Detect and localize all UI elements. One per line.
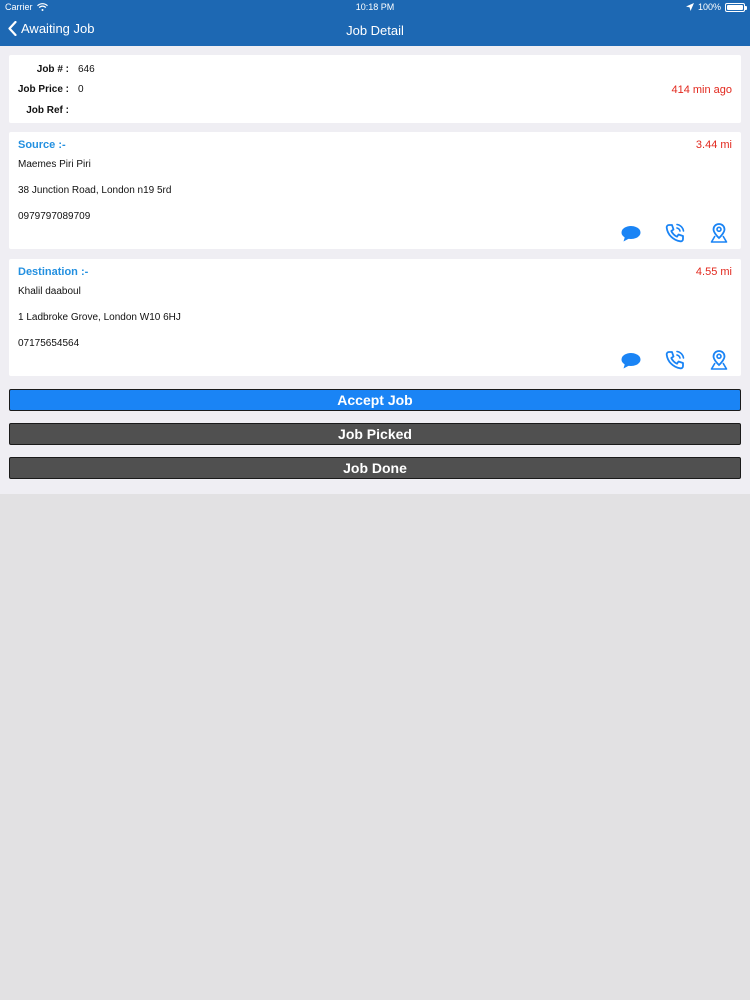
nav-bar: Awaiting Job Job Detail [0, 14, 750, 46]
job-done-button[interactable]: Job Done [9, 457, 741, 479]
source-title: Source :- [18, 139, 66, 151]
status-right: 100% [685, 2, 747, 12]
job-picked-button[interactable]: Job Picked [9, 423, 741, 445]
source-phone: 0979797089709 [18, 211, 91, 222]
destination-distance: 4.55 mi [695, 266, 732, 278]
source-distance: 3.44 mi [695, 139, 732, 151]
job-ref-label: Job Ref : [26, 105, 69, 116]
phone-call-icon[interactable] [662, 350, 688, 370]
source-name: Maemes Piri Piri [18, 159, 91, 170]
status-time: 10:18 PM [355, 2, 395, 12]
destination-actions [618, 350, 732, 370]
job-price-label: Job Price : [17, 84, 69, 95]
destination-name: Khalil daaboul [18, 286, 81, 297]
job-info-card: Job # : 646 Job Price : 0 Job Ref : 414 … [9, 55, 741, 123]
battery-percent: 100% [697, 2, 721, 12]
job-detail-panel: Job # : 646 Job Price : 0 Job Ref : 414 … [0, 46, 750, 494]
chat-bubble-icon[interactable] [618, 223, 644, 243]
source-address: 38 Junction Road, London n19 5rd [18, 185, 172, 196]
phone-call-icon[interactable] [662, 223, 688, 243]
destination-address: 1 Ladbroke Grove, London W10 6HJ [18, 312, 181, 323]
navigation-header: Carrier 10:18 PM 100% Awaiting Job Job D… [0, 0, 750, 46]
destination-title: Destination :- [18, 266, 89, 278]
battery-icon [725, 2, 747, 12]
status-bar: Carrier 10:18 PM 100% [0, 0, 750, 14]
location-arrow-icon [685, 3, 694, 11]
destination-phone: 07175654564 [18, 338, 80, 349]
job-number-label: Job # : [36, 64, 69, 75]
map-pin-icon[interactable] [706, 350, 732, 370]
job-number-value: 646 [78, 64, 95, 75]
chat-bubble-icon[interactable] [618, 350, 644, 370]
accept-job-button[interactable]: Accept Job [9, 389, 741, 411]
job-price-value: 0 [78, 84, 84, 95]
map-pin-icon[interactable] [706, 223, 732, 243]
source-card: Source :- 3.44 mi Maemes Piri Piri 38 Ju… [9, 132, 741, 249]
destination-card: Destination :- 4.55 mi Khalil daaboul 1 … [9, 259, 741, 376]
source-actions [618, 223, 732, 243]
page-title: Job Detail [346, 23, 404, 38]
job-age: 414 min ago [671, 84, 732, 96]
